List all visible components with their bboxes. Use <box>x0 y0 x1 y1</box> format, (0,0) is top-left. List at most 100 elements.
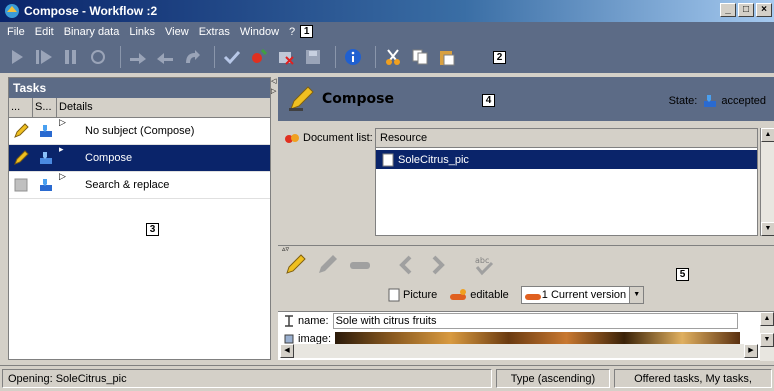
expand-icon[interactable]: ▷ <box>59 171 66 182</box>
resource-scrollbar[interactable]: ▲ ▼ <box>760 128 774 236</box>
editable-icon <box>450 289 467 300</box>
image-field-icon <box>284 334 294 344</box>
state-indicator: State: accepted <box>669 93 766 109</box>
picture-toggle[interactable]: Picture <box>388 288 437 302</box>
resource-column-header[interactable]: Resource <box>376 129 757 148</box>
scroll-down-icon[interactable]: ▼ <box>760 333 774 347</box>
annotation-marker-3: 3 <box>146 223 159 236</box>
redo-icon[interactable] <box>426 254 448 276</box>
cut-icon[interactable] <box>382 46 404 68</box>
panel-splitter[interactable]: ◁ ▷ <box>271 77 278 360</box>
menu-edit[interactable]: Edit <box>30 26 59 38</box>
scroll-down-icon[interactable]: ▼ <box>761 222 774 236</box>
accept-icon[interactable] <box>221 46 243 68</box>
compose-panel: Compose 4 State: accepted Document list:… <box>278 77 774 361</box>
toolbar-separator <box>214 46 215 68</box>
task-row[interactable]: ▷ Search & replace <box>9 171 270 199</box>
pencil-icon <box>289 86 314 111</box>
tasks-column-header: ... S... Details <box>9 98 270 118</box>
task-row-selected[interactable]: ▸ Compose <box>9 144 270 172</box>
task-details: No subject (Compose) <box>85 125 195 137</box>
status-bar: Opening: SoleCitrus_pic Type (ascending)… <box>0 365 774 391</box>
chevron-down-icon[interactable]: ▼ <box>629 287 644 303</box>
copy-icon[interactable] <box>409 46 431 68</box>
edit-object-icon[interactable] <box>316 254 340 276</box>
editor-toolbar: ▵▿ abc 5 Picture editable 1 Current vers <box>278 245 774 311</box>
expand-icon[interactable]: ▷ <box>59 117 66 128</box>
pause-icon[interactable] <box>60 46 82 68</box>
accepted-state-icon <box>40 125 52 137</box>
toolbar-separator <box>375 46 376 68</box>
menu-links[interactable]: Links <box>124 26 160 38</box>
accepted-state-icon <box>40 152 52 164</box>
menu-binary-data[interactable]: Binary data <box>59 26 125 38</box>
redirect-icon[interactable] <box>181 46 203 68</box>
column-state[interactable]: S... <box>33 98 57 117</box>
resource-item-selected[interactable]: SoleCitrus_pic <box>376 150 757 169</box>
compose-header: Compose 4 State: accepted <box>278 77 774 121</box>
status-filter: Offered tasks, My tasks, <box>614 369 772 388</box>
scroll-right-icon[interactable]: ▶ <box>744 344 758 358</box>
add-item-icon[interactable] <box>248 46 270 68</box>
scroll-up-icon[interactable]: ▲ <box>761 128 774 142</box>
annotation-marker-2: 2 <box>493 50 506 64</box>
task-details: Search & replace <box>85 179 170 191</box>
text-field-icon <box>285 315 293 327</box>
paste-icon[interactable] <box>436 46 458 68</box>
horizontal-scrollbar[interactable]: ◀ ▶ <box>280 344 758 358</box>
menu-window[interactable]: Window <box>235 26 284 38</box>
undo-icon[interactable] <box>396 254 418 276</box>
delete-item-icon[interactable] <box>275 46 297 68</box>
menu-file[interactable]: File <box>2 26 30 38</box>
menu-help[interactable]: ? <box>284 26 300 38</box>
column-details[interactable]: Details <box>57 98 270 117</box>
pencil-icon <box>14 150 29 165</box>
document-list-label: Document list: <box>303 132 373 144</box>
expand-icon[interactable]: ▸ <box>59 144 64 155</box>
svg-text:abc: abc <box>475 256 489 265</box>
close-button[interactable]: × <box>756 3 772 17</box>
version-select[interactable]: 1 Current version ▼ <box>520 286 645 304</box>
collapse-handle[interactable]: ▵▿ <box>282 245 289 253</box>
save-icon[interactable] <box>302 46 324 68</box>
return-task-icon[interactable] <box>154 46 176 68</box>
column-type[interactable]: ... <box>9 98 33 117</box>
name-property: name: <box>278 312 774 330</box>
step-forward-icon[interactable] <box>33 46 55 68</box>
workflow-icon[interactable] <box>87 46 109 68</box>
status-message: Opening: SoleCitrus_pic <box>2 369 492 388</box>
scroll-up-icon[interactable]: ▲ <box>760 312 774 326</box>
status-sort: Type (ascending) <box>496 369 610 388</box>
properties-panel: name: image: ◀ ▶ ▲ ▼ <box>278 311 774 361</box>
resource-name: SoleCitrus_pic <box>398 153 469 166</box>
toolbar-separator <box>120 46 121 68</box>
maximize-button[interactable]: □ <box>738 3 754 17</box>
document-list-icon <box>285 134 299 143</box>
accepted-state-icon <box>40 179 52 191</box>
version-icon <box>524 294 541 300</box>
tasks-header: Tasks <box>9 78 270 98</box>
editable-label: editable <box>470 289 509 301</box>
name-input[interactable] <box>332 313 738 329</box>
menu-bar: File Edit Binary data Links View Extras … <box>0 22 774 41</box>
forward-task-icon[interactable] <box>127 46 149 68</box>
spellcheck-icon[interactable]: abc <box>472 254 496 276</box>
properties-scrollbar[interactable]: ▲ ▼ <box>760 312 774 361</box>
eraser-icon[interactable] <box>348 254 372 276</box>
edit-pencil-icon[interactable] <box>284 254 308 276</box>
state-value: accepted <box>721 95 766 107</box>
editable-toggle[interactable]: editable <box>449 289 509 301</box>
info-icon[interactable] <box>342 46 364 68</box>
annotation-marker-5: 5 <box>676 268 689 281</box>
play-icon[interactable] <box>6 46 28 68</box>
resource-list: Resource SoleCitrus_pic <box>375 128 758 236</box>
annotation-marker-4: 4 <box>482 94 495 107</box>
minimize-button[interactable]: _ <box>720 3 736 17</box>
menu-view[interactable]: View <box>160 26 194 38</box>
picture-icon <box>388 288 400 302</box>
picture-label: Picture <box>403 289 438 301</box>
menu-extras[interactable]: Extras <box>194 26 235 38</box>
app-icon <box>5 4 19 18</box>
scroll-left-icon[interactable]: ◀ <box>280 344 294 358</box>
task-row[interactable]: ▷ No subject (Compose) <box>9 117 270 145</box>
